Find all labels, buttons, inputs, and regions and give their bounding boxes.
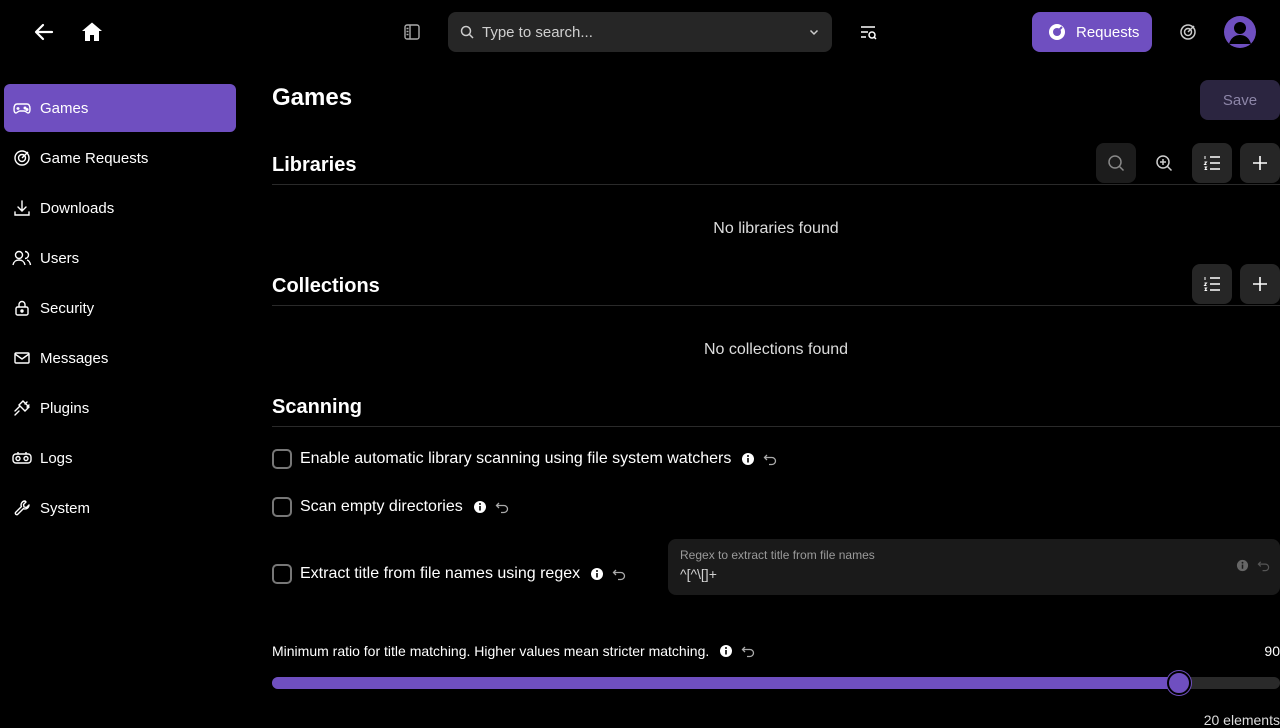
regex-option: Extract title from file names using rege… xyxy=(272,564,626,584)
empty-dirs-label: Scan empty directories xyxy=(300,498,463,515)
libraries-divider xyxy=(272,184,1280,185)
libraries-add-button[interactable] xyxy=(1240,143,1280,183)
reset-icon[interactable] xyxy=(1257,559,1270,572)
sidebar-item-label: Game Requests xyxy=(40,149,149,167)
watchers-checkbox[interactable] xyxy=(272,449,292,469)
wrench-icon xyxy=(12,498,32,518)
libraries-scan-button[interactable] xyxy=(1144,143,1184,183)
plus-icon xyxy=(1251,275,1269,293)
sort-list-icon xyxy=(1203,154,1221,172)
save-button[interactable]: Save xyxy=(1200,80,1280,120)
logs-icon xyxy=(12,448,32,468)
sidebar-item-security[interactable]: Security xyxy=(4,284,236,332)
lock-icon xyxy=(12,298,32,318)
back-icon[interactable] xyxy=(24,12,64,52)
title-match-ratio-slider[interactable] xyxy=(272,671,1280,695)
scanning-title: Scanning xyxy=(272,396,363,418)
sidebar-item-label: Logs xyxy=(40,449,73,467)
slider-thumb[interactable] xyxy=(1167,671,1192,695)
download-icon xyxy=(12,198,32,218)
main-content: Games Save Libraries No libraries found … xyxy=(272,0,1280,728)
slider-fill xyxy=(272,677,1180,689)
title-match-ratio-value: 90 xyxy=(1264,643,1280,659)
sidebar-item-users[interactable]: Users xyxy=(4,234,236,282)
regex-input[interactable] xyxy=(680,566,1200,582)
reset-icon[interactable] xyxy=(495,500,509,514)
info-icon[interactable] xyxy=(473,500,487,514)
title-match-ratio-row: Minimum ratio for title matching. Higher… xyxy=(272,643,755,659)
gamepad-icon xyxy=(12,98,32,118)
mail-icon xyxy=(12,348,32,368)
title-match-ratio-label: Minimum ratio for title matching. Higher… xyxy=(272,643,710,659)
regex-field-label: Regex to extract title from file names xyxy=(680,548,875,562)
sidebar-item-logs[interactable]: Logs xyxy=(4,434,236,482)
libraries-empty-message: No libraries found xyxy=(713,220,839,237)
info-icon[interactable] xyxy=(590,567,604,581)
info-icon[interactable] xyxy=(719,644,733,658)
regex-label: Extract title from file names using rege… xyxy=(300,565,581,582)
sidebar-item-games[interactable]: Games xyxy=(4,84,236,132)
reset-icon[interactable] xyxy=(741,644,755,658)
sidebar-item-downloads[interactable]: Downloads xyxy=(4,184,236,232)
reset-icon[interactable] xyxy=(612,567,626,581)
home-icon[interactable] xyxy=(72,12,112,52)
plus-icon xyxy=(1251,154,1269,172)
collections-add-button[interactable] xyxy=(1240,264,1280,304)
libraries-sort-button[interactable] xyxy=(1192,143,1232,183)
sidebar-item-label: Plugins xyxy=(40,399,90,417)
sidebar-item-label: Downloads xyxy=(40,199,115,217)
page-title: Games xyxy=(272,84,353,111)
sidebar-item-system[interactable]: System xyxy=(4,484,236,532)
regex-checkbox[interactable] xyxy=(272,564,292,584)
libraries-search-button[interactable] xyxy=(1096,143,1136,183)
sidebar-item-label: Games xyxy=(40,99,89,117)
libraries-title: Libraries xyxy=(272,154,357,176)
empty-dirs-checkbox[interactable] xyxy=(272,497,292,517)
sidebar-item-messages[interactable]: Messages xyxy=(4,334,236,382)
collections-divider xyxy=(272,305,1280,306)
sidebar-item-label: Messages xyxy=(40,349,109,367)
info-icon[interactable] xyxy=(1236,559,1249,572)
info-icon[interactable] xyxy=(741,452,755,466)
sidebar-item-game-requests[interactable]: Game Requests xyxy=(4,134,236,182)
sidebar-item-label: System xyxy=(40,499,91,517)
collections-sort-button[interactable] xyxy=(1192,264,1232,304)
element-count: 20 elements xyxy=(1203,712,1280,728)
regex-field: Regex to extract title from file names xyxy=(668,539,1280,595)
collections-title: Collections xyxy=(272,275,380,297)
sidebar: Games Game Requests Downloads Users Secu… xyxy=(4,84,236,534)
requests-icon xyxy=(12,148,32,168)
watchers-option: Enable automatic library scanning using … xyxy=(272,449,777,469)
sidebar-item-label: Security xyxy=(40,299,95,317)
sidebar-item-label: Users xyxy=(40,249,80,267)
sort-list-icon xyxy=(1203,275,1221,293)
search-icon xyxy=(1107,154,1125,172)
zoom-in-icon xyxy=(1155,154,1173,172)
sidebar-item-plugins[interactable]: Plugins xyxy=(4,384,236,432)
collections-empty-message: No collections found xyxy=(703,341,849,358)
scanning-divider xyxy=(272,426,1280,427)
empty-dirs-option: Scan empty directories xyxy=(272,497,509,517)
watchers-label: Enable automatic library scanning using … xyxy=(300,450,732,467)
reset-icon[interactable] xyxy=(763,452,777,466)
plug-icon xyxy=(12,398,32,418)
users-icon xyxy=(12,248,32,268)
